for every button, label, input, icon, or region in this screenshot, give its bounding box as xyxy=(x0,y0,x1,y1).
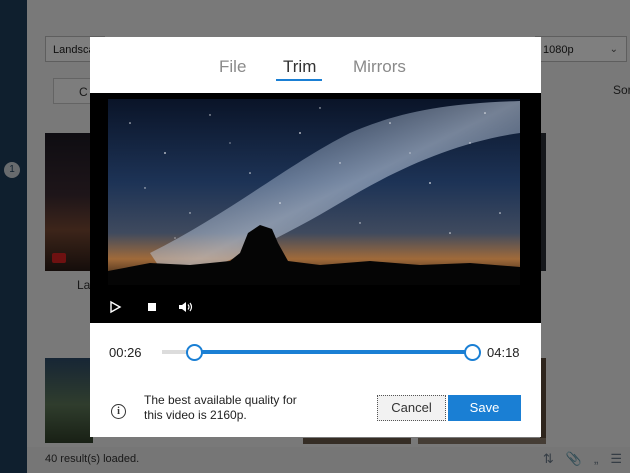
tab-file[interactable]: File xyxy=(219,57,246,77)
trim-start-time: 00:26 xyxy=(109,345,142,360)
trim-start-handle[interactable] xyxy=(186,344,204,361)
video-player[interactable] xyxy=(90,93,541,323)
trim-track[interactable] xyxy=(162,344,481,361)
save-button[interactable]: Save xyxy=(448,395,521,421)
cancel-button[interactable]: Cancel xyxy=(377,395,446,421)
trim-end-time: 04:18 xyxy=(487,345,520,360)
info-icon: i xyxy=(111,404,126,419)
dialog-footer: i The best available quality for this vi… xyxy=(90,387,541,437)
quality-info-text: The best available quality for this vide… xyxy=(144,393,297,422)
trim-dialog: File Trim Mirrors 00:26 04:18 i The best… xyxy=(90,37,541,437)
dialog-tabs: File Trim Mirrors xyxy=(90,37,541,93)
video-frame xyxy=(90,99,541,323)
trim-range: 00:26 04:18 xyxy=(90,337,541,367)
trim-end-handle[interactable] xyxy=(464,344,481,361)
tab-trim[interactable]: Trim xyxy=(283,57,316,77)
trim-selected-range xyxy=(194,350,472,354)
active-tab-indicator xyxy=(276,79,322,81)
tab-mirrors[interactable]: Mirrors xyxy=(353,57,406,77)
